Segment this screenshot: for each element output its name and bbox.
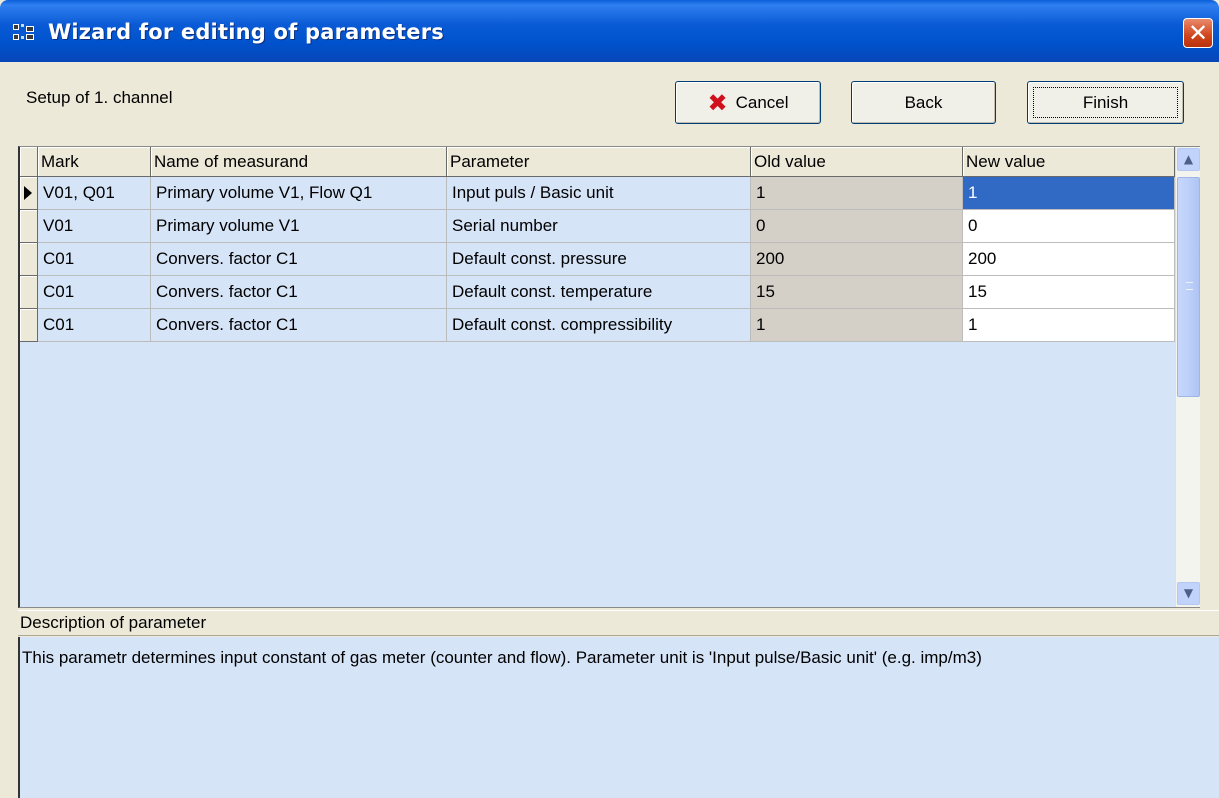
row-indicator[interactable] [20,210,38,243]
finish-focus-rect: Finish [1033,87,1178,118]
cell-new-value[interactable]: 200 [963,243,1175,276]
cell-old-value: 200 [751,243,963,276]
red-x-icon: ✖ [707,88,728,117]
parameters-grid[interactable]: Mark Name of measurand Parameter Old val… [18,146,1200,608]
cell-parameter[interactable]: Default const. compressibility [447,309,751,342]
window-title: Wizard for editing of parameters [48,20,444,44]
cell-name[interactable]: Primary volume V1, Flow Q1 [151,177,447,210]
cell-old-value: 0 [751,210,963,243]
row-indicator[interactable] [20,243,38,276]
cancel-label: Cancel [735,92,789,112]
cell-parameter[interactable]: Serial number [447,210,751,243]
cell-name[interactable]: Convers. factor C1 [151,276,447,309]
cell-parameter[interactable]: Default const. pressure [447,243,751,276]
cell-mark[interactable]: C01 [38,309,151,342]
title-bar: Wizard for editing of parameters ✕ [0,0,1219,62]
cell-name[interactable]: Convers. factor C1 [151,309,447,342]
row-indicator[interactable] [20,309,38,342]
finish-label: Finish [1082,92,1129,112]
close-button[interactable]: ✕ [1183,18,1213,48]
cell-old-value: 1 [751,309,963,342]
cell-mark[interactable]: C01 [38,276,151,309]
chevron-down-icon: ▼ [1183,586,1194,600]
setup-label: Setup of 1. channel [26,88,173,107]
chevron-up-icon: ▲ [1183,152,1194,166]
cell-parameter[interactable]: Input puls / Basic unit [447,177,751,210]
wizard-grid-icon [13,24,34,40]
vertical-scrollbar[interactable]: ▲ ▼ [1175,147,1200,607]
finish-button[interactable]: Finish [1027,81,1184,124]
column-header-parameter[interactable]: Parameter [447,147,751,177]
scroll-thumb[interactable] [1177,177,1200,397]
row-pointer-icon [24,186,32,200]
cell-new-value[interactable]: 15 [963,276,1175,309]
back-button[interactable]: Back [851,81,996,124]
cancel-button[interactable]: ✖ Cancel [675,81,821,124]
cell-mark[interactable]: C01 [38,243,151,276]
column-header-old-value[interactable]: Old value [751,147,963,177]
cell-mark[interactable]: V01 [38,210,151,243]
column-header-mark[interactable]: Mark [38,147,151,177]
description-box: This parametr determines input constant … [18,637,1219,798]
cell-parameter[interactable]: Default const. temperature [447,276,751,309]
grid-corner [20,147,38,177]
cell-name[interactable]: Primary volume V1 [151,210,447,243]
grip-icon [1186,282,1193,290]
row-indicator[interactable] [20,276,38,309]
cell-new-value[interactable]: 1 [963,177,1175,210]
row-indicator[interactable] [20,177,38,210]
cell-name[interactable]: Convers. factor C1 [151,243,447,276]
close-icon: ✕ [1187,19,1209,47]
scroll-up-button[interactable]: ▲ [1177,148,1200,171]
cell-mark[interactable]: V01, Q01 [38,177,151,210]
description-text: This parametr determines input constant … [22,648,982,667]
column-header-new-value[interactable]: New value [963,147,1175,177]
cell-new-value[interactable]: 1 [963,309,1175,342]
cell-old-value: 15 [751,276,963,309]
description-label: Description of parameter [18,610,1219,636]
cell-new-value[interactable]: 0 [963,210,1175,243]
back-label: Back [904,92,943,112]
cell-old-value: 1 [751,177,963,210]
scroll-down-button[interactable]: ▼ [1177,582,1200,605]
column-header-name[interactable]: Name of measurand [151,147,447,177]
